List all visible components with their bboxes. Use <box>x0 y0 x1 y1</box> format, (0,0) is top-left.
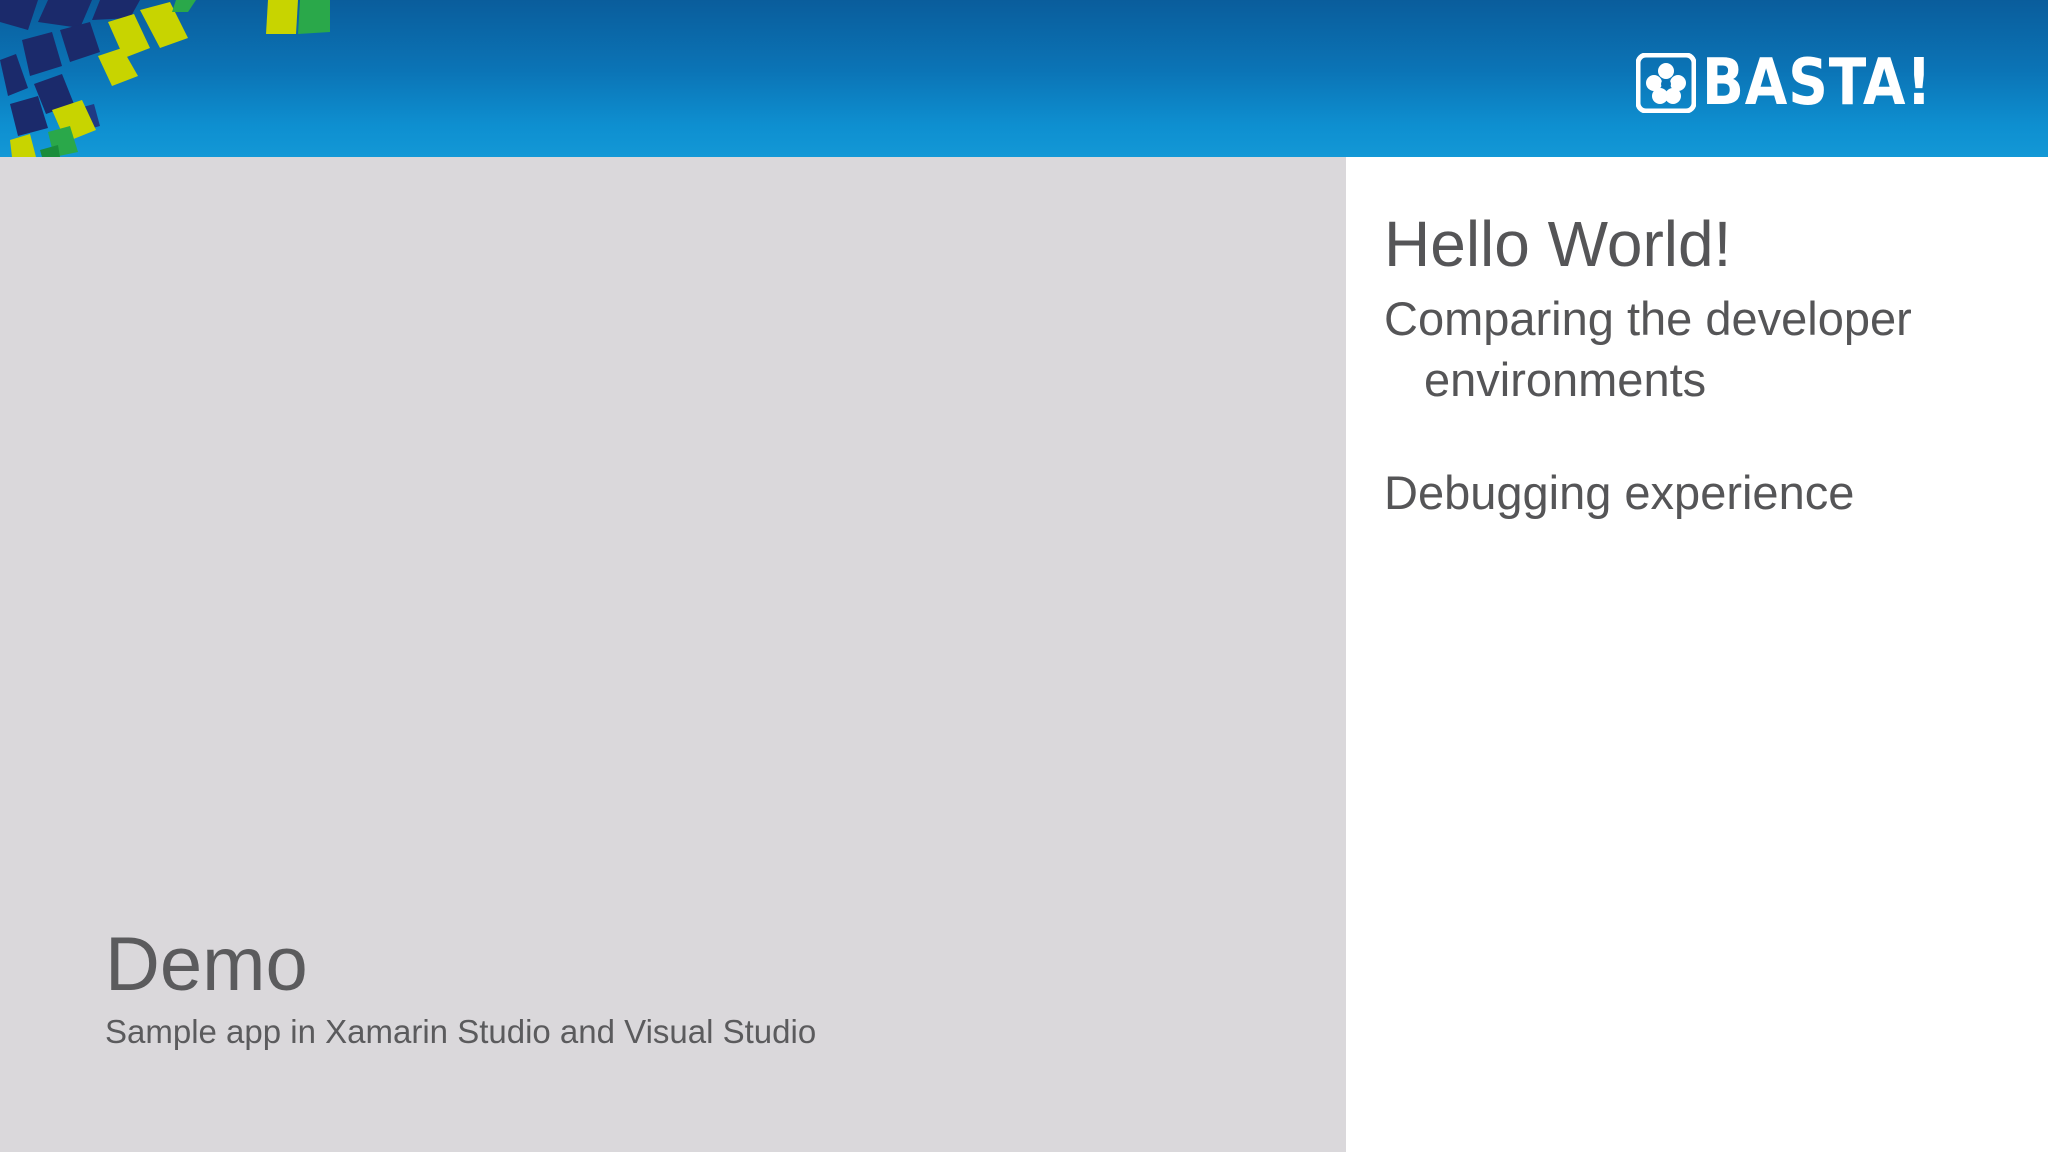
content-title: Hello World! <box>1384 208 1732 280</box>
slide: BASTA! Demo Sample app in Xamarin Studio… <box>0 0 2048 1152</box>
basta-logo: BASTA! <box>1636 46 1970 120</box>
bullet-item: Comparing the developer environments <box>1384 292 1912 406</box>
flower-logo-icon <box>1636 53 1696 113</box>
header-band: BASTA! <box>0 0 2048 157</box>
demo-subtitle: Sample app in Xamarin Studio and Visual … <box>105 1013 817 1050</box>
bullet-list: Comparing the developer environments Deb… <box>1384 288 2024 523</box>
bullet-item: Debugging experience <box>1384 466 1855 519</box>
demo-title: Demo <box>105 922 308 1007</box>
mosaic-decoration <box>0 0 330 157</box>
logo-text: BASTA! <box>1702 46 1933 120</box>
